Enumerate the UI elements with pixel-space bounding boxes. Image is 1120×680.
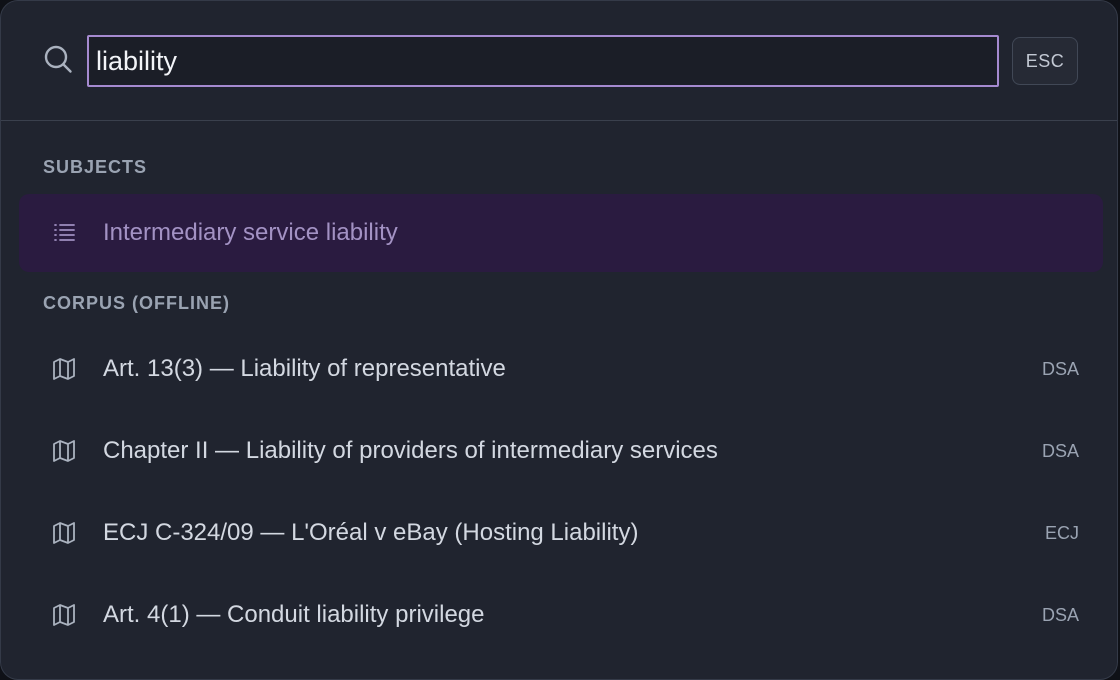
result-item-label: Art. 13(3) — Liability of representative xyxy=(103,355,506,382)
source-badge: DSA xyxy=(1041,441,1079,461)
map-icon xyxy=(53,522,75,544)
result-item-label: Art. 4(1) — Conduit liability privilege xyxy=(103,601,485,628)
source-badge: DSA xyxy=(1041,605,1079,625)
section-header-corpus: CORPUS (OFFLINE) xyxy=(43,293,230,313)
section-header-subjects: SUBJECTS xyxy=(43,157,148,177)
command-palette: ESC SUBJECTS Intermediary service liabil… xyxy=(0,0,1118,680)
result-item-subject[interactable]: Intermediary service liability xyxy=(19,194,1103,272)
source-badge: ECJ xyxy=(1044,523,1079,543)
search-icon xyxy=(44,45,72,73)
source-badge: DSA xyxy=(1041,359,1079,379)
map-icon xyxy=(53,358,75,380)
list-icon xyxy=(54,224,75,241)
result-item-label: ECJ C-324/09 — L'Oréal v eBay (Hosting L… xyxy=(103,519,639,546)
search-row: ESC xyxy=(1,1,1117,121)
esc-button[interactable]: ESC xyxy=(1012,37,1078,85)
result-item-corpus[interactable]: Art. 13(3) — Liability of representative… xyxy=(19,330,1103,408)
map-icon xyxy=(53,604,75,626)
map-icon xyxy=(53,440,75,462)
result-item-label: Chapter II — Liability of providers of i… xyxy=(103,437,718,464)
result-item-corpus[interactable]: Chapter II — Liability of providers of i… xyxy=(19,412,1103,490)
result-item-label: Intermediary service liability xyxy=(103,219,398,246)
result-item-corpus[interactable]: Art. 4(1) — Conduit liability privilege … xyxy=(19,576,1103,654)
result-item-corpus[interactable]: ECJ C-324/09 — L'Oréal v eBay (Hosting L… xyxy=(19,494,1103,572)
search-input[interactable] xyxy=(87,35,999,87)
